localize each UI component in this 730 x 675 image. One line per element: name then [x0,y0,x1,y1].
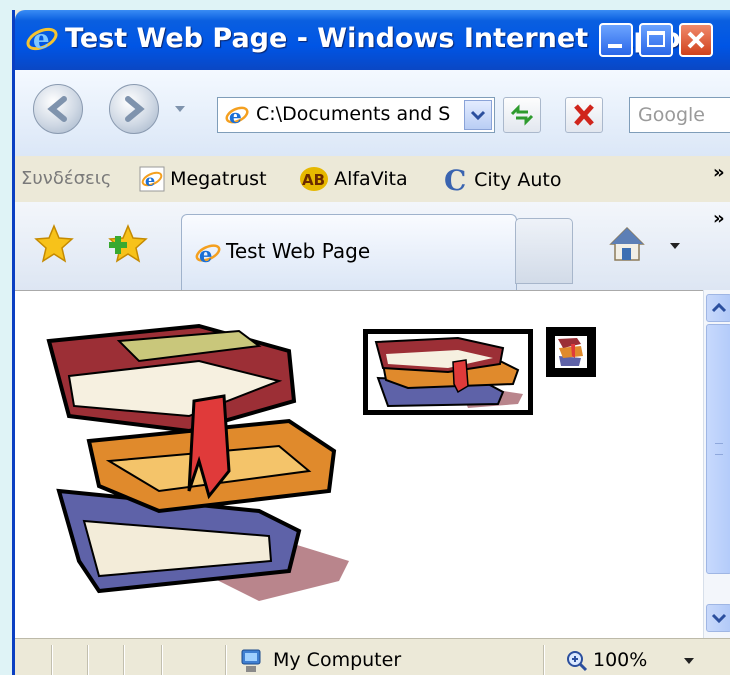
add-favorites-icon[interactable] [105,224,151,264]
minimize-icon [608,44,622,48]
browser-window: e Test Web Page - Windows Internet Explo… [12,10,730,675]
back-button[interactable] [33,84,83,134]
status-bar: My Computer 100% [15,638,730,675]
books-image-small [546,327,596,377]
stop-button[interactable] [565,97,603,133]
zoom-magnifier-icon[interactable] [565,649,589,673]
status-divider [161,645,163,675]
chevron-down-icon [470,110,486,121]
ie-logo-icon: e [26,25,58,55]
forward-button[interactable] [109,84,159,134]
books-image-large [46,323,349,601]
home-icon[interactable] [607,224,647,264]
vertical-scrollbar[interactable] [703,290,730,638]
chevron-up-icon [711,302,727,313]
link-city-auto[interactable]: C City Auto [443,164,562,197]
links-more-chevron[interactable]: » [713,162,725,183]
status-divider [543,645,545,675]
scroll-up-button[interactable] [706,294,730,322]
link-label: City Auto [474,169,562,191]
links-label: Συνδέσεις [21,168,112,189]
back-arrow-icon [47,96,67,122]
forward-arrow-icon [125,96,145,122]
books-mini-icon [558,338,583,366]
scroll-thumb[interactable] [706,324,730,574]
title-bar[interactable]: e Test Web Page - Windows Internet Explo… [15,10,730,70]
tab-label: Test Web Page [226,239,371,263]
search-box[interactable]: Google [629,97,730,133]
books-image-medium [363,329,533,415]
scroll-grip-icon [715,443,723,455]
tab-test-web-page[interactable]: e Test Web Page [181,214,517,290]
ab-icon: AB [300,167,328,191]
navigation-bar: e C:\Documents and S Google [15,70,730,156]
address-bar[interactable]: e C:\Documents and S [217,97,495,133]
home-dropdown-icon[interactable] [669,242,681,250]
link-label: Megatrust [170,168,267,190]
scroll-down-button[interactable] [706,604,730,632]
refresh-button[interactable] [503,97,541,133]
books-thumbnail-icon [374,336,523,408]
status-divider [123,645,125,675]
svg-text:e: e [229,104,242,128]
svg-text:e: e [199,242,212,267]
svg-text:e: e [33,25,50,55]
address-dropdown-button[interactable] [464,100,492,130]
link-alfavita[interactable]: AB AlfaVita [299,166,408,192]
new-tab-button[interactable] [515,218,573,284]
favorites-star-icon[interactable] [33,224,75,264]
my-computer-icon [241,649,261,672]
maximize-icon [647,31,665,47]
zoom-dropdown-icon[interactable] [683,657,695,665]
close-button[interactable] [679,23,713,57]
c-icon: C [444,164,466,197]
status-divider [225,645,227,675]
page-ie-icon: e [225,104,249,128]
refresh-icon [510,104,534,126]
ie-icon: e [139,166,165,192]
status-divider [87,645,89,675]
svg-text:C: C [444,166,466,194]
link-label: AlfaVita [334,168,408,190]
zoom-level[interactable]: 100% [593,649,647,671]
tab-ie-icon: e [195,242,221,267]
address-input[interactable]: C:\Documents and S [256,103,456,125]
status-divider [51,645,53,675]
svg-text:AB: AB [302,171,325,189]
tab-bar: e Test Web Page » [15,202,730,290]
tabs-more-chevron[interactable]: » [713,208,725,229]
history-dropdown-icon[interactable] [173,104,187,114]
stop-icon [574,104,594,126]
minimize-button[interactable] [599,23,633,57]
search-input[interactable]: Google [638,104,705,126]
security-zone-label: My Computer [273,649,402,671]
chevron-down-icon [711,613,727,624]
maximize-button[interactable] [639,23,673,57]
svg-text:e: e [145,171,155,190]
links-bar: Συνδέσεις e Megatrust AB AlfaVita C City… [15,156,730,203]
link-megatrust[interactable]: e Megatrust [139,166,267,192]
close-icon [687,31,705,49]
page-content [15,290,703,639]
